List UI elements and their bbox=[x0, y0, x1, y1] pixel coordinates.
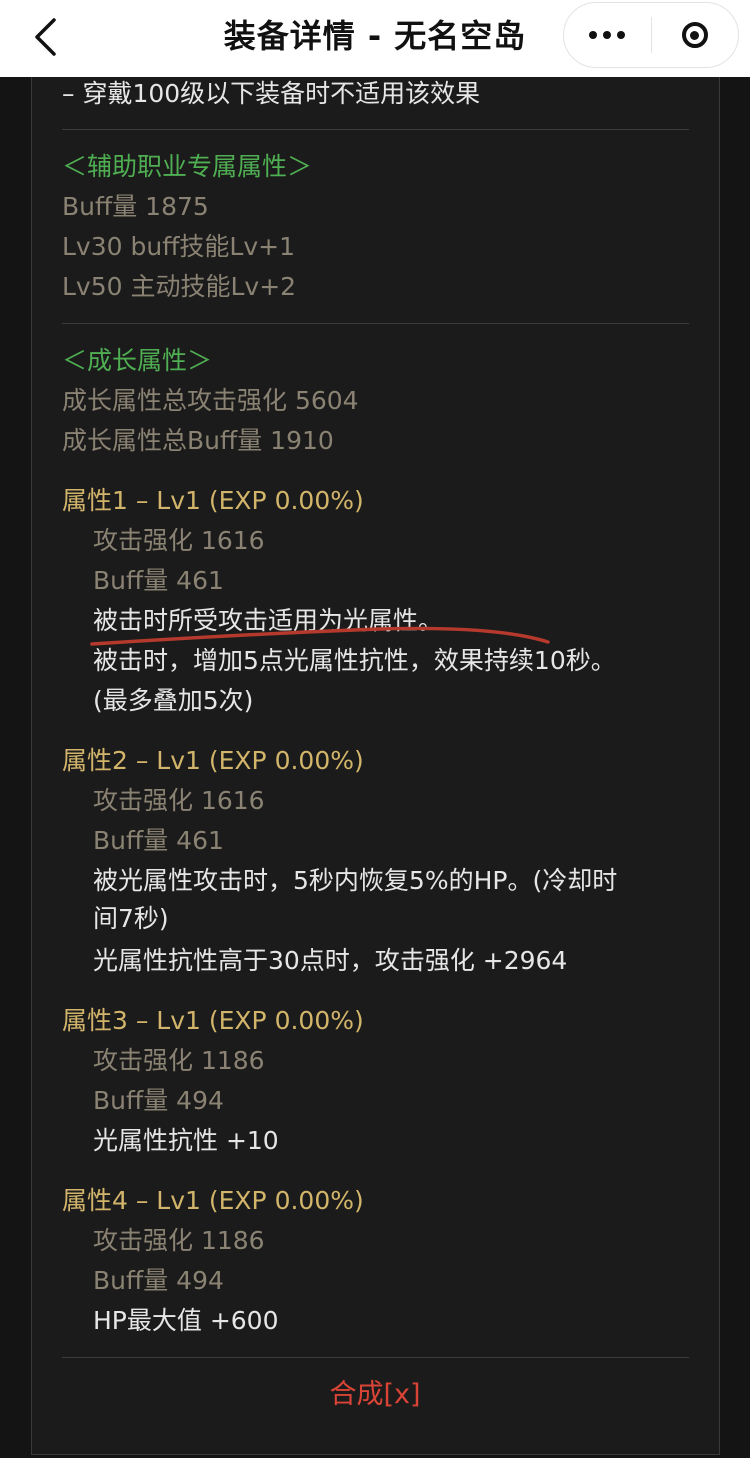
attribute-buff: Buff量 461 bbox=[93, 566, 224, 595]
divider bbox=[62, 323, 689, 324]
attribute-attack: 攻击强化 1186 bbox=[93, 1226, 265, 1255]
attribute-title: 属性2 – Lv1 (EXP 0.00%) bbox=[62, 746, 364, 775]
attribute-title: 属性4 – Lv1 (EXP 0.00%) bbox=[62, 1186, 364, 1215]
more-button[interactable] bbox=[564, 3, 651, 67]
back-button[interactable] bbox=[20, 12, 70, 62]
attribute-attack: 攻击强化 1186 bbox=[93, 1046, 265, 1075]
close-miniprogram-button[interactable] bbox=[652, 3, 739, 67]
divider bbox=[62, 1357, 689, 1358]
attribute-effect: 光属性抗性高于30点时，攻击强化 +2964 bbox=[93, 946, 568, 975]
attribute-title: 属性3 – Lv1 (EXP 0.00%) bbox=[62, 1006, 364, 1035]
attribute-effect: (最多叠加5次) bbox=[93, 686, 254, 715]
attribute-buff: Buff量 461 bbox=[93, 826, 224, 855]
attribute-effect: 被击时，增加5点光属性抗性，效果持续10秒。 bbox=[93, 646, 616, 675]
attribute-effect: 被光属性攻击时，5秒内恢复5%的HP。(冷却时 bbox=[93, 866, 618, 895]
attribute-title: 属性1 – Lv1 (EXP 0.00%) bbox=[62, 486, 364, 515]
growth-attributes-heading: ＜成长属性＞ bbox=[62, 346, 213, 375]
chevron-left-icon bbox=[35, 18, 56, 56]
growth-total-line: 成长属性总Buff量 1910 bbox=[62, 426, 334, 455]
attribute-effect: 光属性抗性 +10 bbox=[93, 1126, 279, 1155]
more-dots-icon bbox=[586, 31, 628, 39]
support-attr-line: Lv50 主动技能Lv+2 bbox=[62, 272, 297, 301]
target-circle-icon bbox=[681, 22, 708, 48]
support-attr-line: Buff量 1875 bbox=[62, 192, 209, 221]
mini-program-capsule bbox=[563, 2, 739, 68]
growth-total-line: 成长属性总攻击强化 5604 bbox=[62, 386, 359, 415]
attribute-effect: HP最大值 +600 bbox=[93, 1306, 279, 1335]
support-attributes-heading: ＜辅助职业专属属性＞ bbox=[62, 152, 313, 181]
attribute-buff: Buff量 494 bbox=[93, 1266, 224, 1295]
attribute-attack: 攻击强化 1616 bbox=[93, 786, 265, 815]
attribute-buff: Buff量 494 bbox=[93, 1086, 224, 1115]
top-note: – 穿戴100级以下装备时不适用该效果 bbox=[62, 79, 481, 108]
nav-bar: 装备详情 - 无名空岛 bbox=[0, 0, 750, 77]
page-title: 装备详情 - 无名空岛 bbox=[223, 17, 527, 55]
divider bbox=[62, 129, 689, 130]
attribute-effect: 间7秒) bbox=[93, 904, 169, 933]
compose-button[interactable]: 合成[x] bbox=[0, 1377, 750, 1413]
attribute-attack: 攻击强化 1616 bbox=[93, 526, 265, 555]
support-attr-line: Lv30 buff技能Lv+1 bbox=[62, 232, 295, 261]
